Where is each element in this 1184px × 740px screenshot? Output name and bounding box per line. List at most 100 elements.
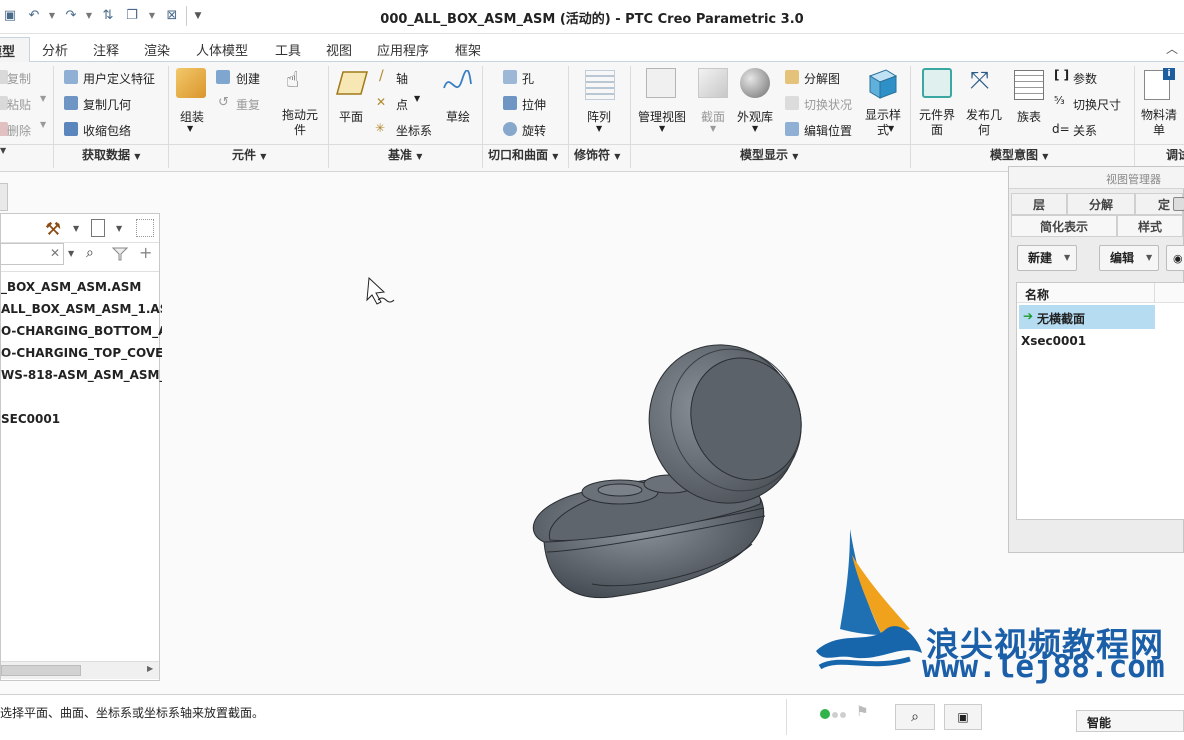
publish-geometry-button[interactable]: 发布几 何 — [966, 108, 1002, 138]
plane-button[interactable]: 平面 — [339, 108, 363, 125]
column-header-name[interactable]: 名称 — [1025, 286, 1049, 303]
redo-icon[interactable]: ↷ — [63, 8, 79, 24]
tab-manikin[interactable]: 人体模型 — [196, 40, 248, 59]
tab-render[interactable]: 渲染 — [144, 40, 170, 59]
filter-icon[interactable] — [112, 247, 128, 261]
settings-icon[interactable]: ⚒ — [45, 219, 61, 240]
undo-dropdown-icon[interactable]: ▼ — [44, 8, 60, 24]
pattern-dropdown-icon[interactable]: ▼ — [596, 124, 602, 133]
tab-view[interactable]: 视图 — [326, 40, 352, 59]
paste-button[interactable]: 粘贴 — [7, 96, 31, 113]
tab-simplified-rep[interactable]: 简化表示 — [1011, 215, 1117, 237]
drag-component-button[interactable]: 拖动元 件 — [282, 108, 318, 138]
edit-button[interactable]: 编辑 ▼ — [1099, 245, 1159, 271]
section-dropdown-icon[interactable]: ▼ — [710, 124, 716, 133]
clear-search-icon[interactable]: ✕ — [50, 246, 60, 260]
pattern-button[interactable]: 阵列 — [587, 108, 611, 125]
udf-button[interactable]: 用户定义特征 — [83, 70, 155, 87]
modifiers-group[interactable]: 修饰符 ▼ — [574, 146, 620, 163]
horizontal-scrollbar[interactable]: ▶ — [1, 661, 159, 679]
show-icon[interactable] — [91, 219, 105, 237]
search-input[interactable]: ✕ — [0, 243, 64, 265]
appearance-button[interactable]: 外观库 — [737, 108, 773, 125]
point-button[interactable]: 点 — [396, 96, 408, 113]
paste-dropdown-icon[interactable]: ▼ — [40, 94, 46, 103]
delete-dropdown-icon[interactable]: ▼ — [40, 120, 46, 129]
close-window-icon[interactable]: ⊠ — [164, 8, 180, 24]
copy-button[interactable]: 复制 — [7, 70, 31, 87]
get-data-group[interactable]: 获取数据 ▼ — [82, 146, 140, 163]
axis-button[interactable]: 轴 — [396, 70, 408, 87]
tab-model[interactable]: 模型 — [0, 37, 30, 62]
toggle-state-button[interactable]: 切换状况 — [804, 96, 852, 113]
windows-dropdown-icon[interactable]: ▼ — [144, 8, 160, 24]
windows-icon[interactable]: ❐ — [124, 8, 140, 24]
tab-tools[interactable]: 工具 — [275, 40, 301, 59]
shrinkwrap-button[interactable]: 收缩包络 — [83, 122, 131, 139]
lock-icon[interactable] — [1173, 197, 1184, 211]
bom-button[interactable]: 物料清 单 — [1141, 108, 1177, 138]
tab-explode[interactable]: 分解 — [1067, 193, 1135, 215]
section-button[interactable]: 截面 — [701, 108, 725, 125]
selection-filter[interactable]: 智能 — [1076, 710, 1184, 732]
model-tree-tab[interactable] — [0, 183, 8, 211]
search-dropdown-icon[interactable]: ▼ — [68, 249, 74, 258]
display-style-button[interactable]: 显示样 式 — [865, 108, 901, 138]
model-intent-group[interactable]: 模型意图 ▼ — [990, 146, 1048, 163]
edit-position-button[interactable]: 编辑位置 — [804, 122, 852, 139]
selection-button[interactable]: ▣ — [944, 704, 982, 730]
save-icon[interactable]: ▣ — [2, 8, 18, 24]
component-group[interactable]: 元件 ▼ — [232, 146, 266, 163]
manage-views-button[interactable]: 管理视图 — [638, 108, 686, 125]
csys-button[interactable]: 坐标系 — [396, 122, 432, 139]
assemble-dropdown-icon[interactable]: ▼ — [187, 124, 193, 133]
find-icon[interactable]: ⌕ — [86, 245, 94, 261]
hole-button[interactable]: 孔 — [522, 70, 534, 87]
tree-item[interactable]: O-CHARGING_TOP_COVER_A — [1, 346, 188, 360]
point-dropdown-icon[interactable]: ▼ — [414, 94, 420, 103]
switch-dimensions-button[interactable]: 切换尺寸 — [1073, 96, 1121, 113]
scroll-right-icon[interactable]: ▶ — [147, 664, 153, 673]
new-button[interactable]: 新建 ▼ — [1017, 245, 1077, 271]
sketch-button[interactable]: 草绘 — [446, 108, 470, 125]
tree-filters-icon[interactable] — [136, 219, 154, 237]
family-table-button[interactable]: 族表 — [1017, 108, 1041, 125]
cut-surface-group[interactable]: 切口和曲面 ▼ — [488, 146, 558, 163]
tree-item[interactable]: SEC0001 — [1, 412, 60, 426]
minimize-ribbon-icon[interactable]: ︿ — [1166, 40, 1178, 57]
undo-icon[interactable]: ↶ — [26, 8, 42, 24]
relations-button[interactable]: 关系 — [1073, 122, 1097, 139]
datum-group[interactable]: 基准 ▼ — [388, 146, 422, 163]
extrude-button[interactable]: 拉伸 — [522, 96, 546, 113]
model-display-group[interactable]: 模型显示 ▼ — [740, 146, 798, 163]
options-button[interactable]: ◉ — [1166, 245, 1184, 271]
regenerate-icon[interactable]: ⇅ — [100, 8, 116, 24]
settings-dropdown-icon[interactable]: ▼ — [73, 224, 79, 233]
find-button[interactable]: ⌕ — [895, 704, 935, 730]
show-dropdown-icon[interactable]: ▼ — [116, 224, 122, 233]
revolve-button[interactable]: 旋转 — [522, 122, 546, 139]
tree-item[interactable]: ALL_BOX_ASM_ASM_1.ASM — [1, 302, 180, 316]
display-style-dropdown-icon[interactable]: ▼ — [888, 124, 894, 133]
tab-layers[interactable]: 层 — [1011, 193, 1067, 215]
assemble-button[interactable]: 组装 — [180, 108, 204, 125]
parameters-button[interactable]: 参数 — [1073, 70, 1097, 87]
operations-group-dropdown-icon[interactable]: ▼ — [0, 146, 6, 155]
delete-button[interactable]: 删除 — [7, 122, 31, 139]
tree-item[interactable]: _BOX_ASM_ASM.ASM — [1, 280, 141, 294]
add-icon[interactable]: + — [139, 243, 152, 262]
component-interface-button[interactable]: 元件界 面 — [919, 108, 955, 138]
repeat-button[interactable]: 重复 — [236, 96, 260, 113]
appearance-dropdown-icon[interactable]: ▼ — [752, 124, 758, 133]
copy-geometry-button[interactable]: 复制几何 — [83, 96, 131, 113]
redo-dropdown-icon[interactable]: ▼ — [81, 8, 97, 24]
debug-group[interactable]: 调试 — [1166, 146, 1184, 163]
list-item-selected[interactable]: ➔ 无横截面 — [1019, 305, 1155, 329]
exploded-view-button[interactable]: 分解图 — [804, 70, 840, 87]
tab-framework[interactable]: 框架 — [455, 40, 481, 59]
tab-analysis[interactable]: 分析 — [42, 40, 68, 59]
create-button[interactable]: 创建 — [236, 70, 260, 87]
customize-qa-icon[interactable]: ▼ — [190, 8, 206, 24]
tree-item[interactable]: WS-818-ASM_ASM_ASM_1.A — [1, 368, 188, 382]
tab-applications[interactable]: 应用程序 — [377, 40, 429, 59]
